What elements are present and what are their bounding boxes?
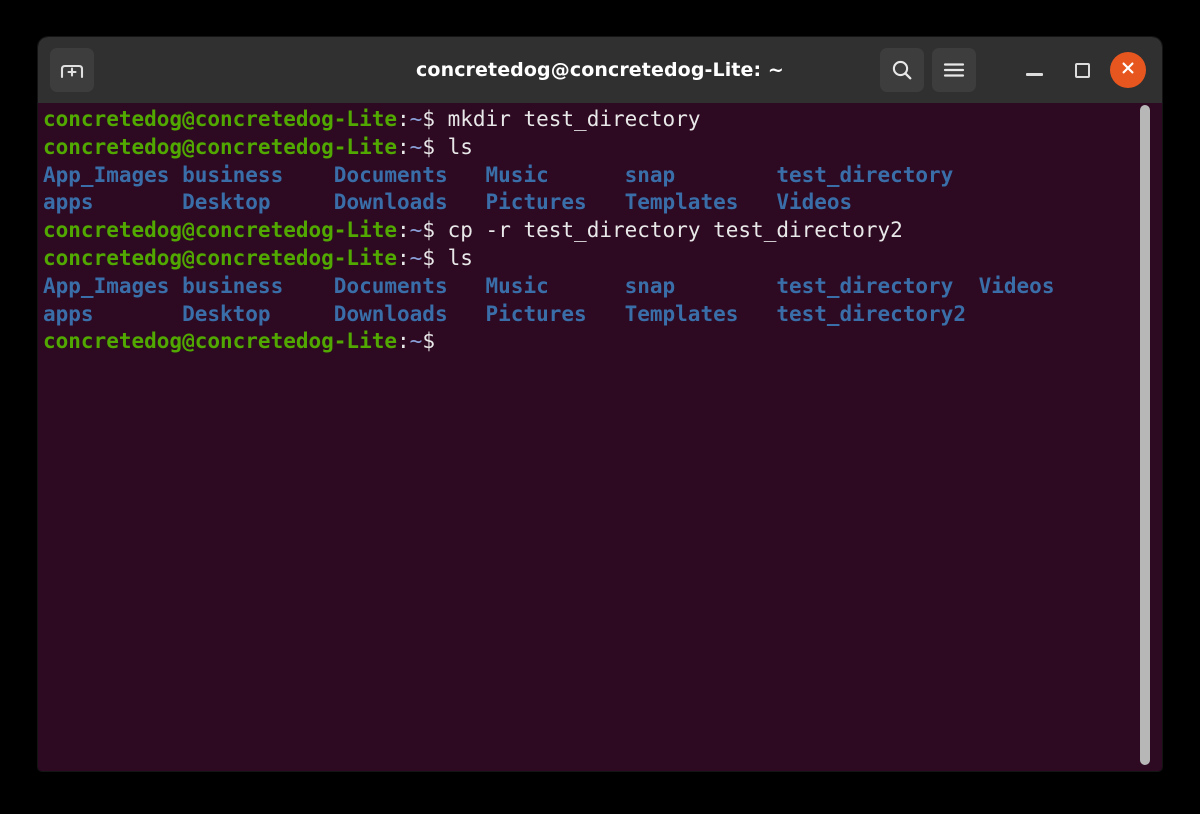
directory-entry: apps (43, 302, 182, 326)
terminal-scrollbar[interactable] (1140, 103, 1150, 771)
prompt-sigil: $ (422, 329, 435, 353)
prompt-sigil: $ (422, 135, 447, 159)
terminal-output-line: App_Images business Documents Music snap… (43, 273, 1162, 301)
search-icon (890, 58, 914, 82)
prompt-user-host: concretedog@concretedog-Lite (43, 329, 397, 353)
menu-button[interactable] (932, 48, 976, 92)
directory-entry: Videos (979, 274, 1055, 298)
directory-entry: Music (486, 163, 625, 187)
command-text: cp -r test_directory test_directory2 (448, 218, 903, 242)
terminal-output-line: App_Images business Documents Music snap… (43, 162, 1162, 190)
command-text: ls (448, 246, 473, 270)
prompt-path: ~ (410, 135, 423, 159)
search-button[interactable] (880, 48, 924, 92)
terminal-output-line: apps Desktop Downloads Pictures Template… (43, 189, 1162, 217)
prompt-colon: : (397, 218, 410, 242)
prompt-sigil: $ (422, 218, 447, 242)
directory-entry: business (182, 274, 334, 298)
directory-entry: Templates (625, 190, 777, 214)
directory-entry: App_Images (43, 163, 182, 187)
directory-entry: Desktop (182, 190, 334, 214)
prompt-sigil: $ (422, 246, 447, 270)
command-text: ls (448, 135, 473, 159)
desktop-background: concretedog@concretedog-Lite: ~ (0, 0, 1200, 814)
terminal-command-line: concretedog@concretedog-Lite:~$ ls (43, 245, 1162, 273)
new-tab-button[interactable] (50, 48, 94, 92)
new-tab-icon (59, 59, 85, 81)
prompt-path: ~ (410, 107, 423, 131)
directory-entry: Documents (334, 163, 486, 187)
terminal-command-line: concretedog@concretedog-Lite:~$ mkdir te… (43, 106, 1162, 134)
directory-entry: App_Images (43, 274, 182, 298)
directory-entry: snap (625, 163, 777, 187)
directory-entry: business (182, 163, 334, 187)
prompt-path: ~ (410, 246, 423, 270)
directory-entry: Music (486, 274, 625, 298)
prompt-colon: : (397, 329, 410, 353)
hamburger-menu-icon (942, 60, 966, 80)
directory-entry: test_directory (776, 274, 978, 298)
close-icon (1118, 58, 1138, 82)
prompt-sigil: $ (422, 107, 447, 131)
prompt-user-host: concretedog@concretedog-Lite (43, 135, 397, 159)
prompt-path: ~ (410, 218, 423, 242)
maximize-button[interactable] (1062, 50, 1102, 90)
directory-entry: Pictures (486, 302, 625, 326)
directory-entry: snap (625, 274, 777, 298)
prompt-path: ~ (410, 329, 423, 353)
titlebar[interactable]: concretedog@concretedog-Lite: ~ (38, 37, 1162, 103)
titlebar-controls (880, 48, 1162, 92)
directory-entry: apps (43, 190, 182, 214)
directory-entry: Downloads (334, 190, 486, 214)
terminal-output-line: apps Desktop Downloads Pictures Template… (43, 301, 1162, 329)
maximize-icon (1075, 63, 1090, 78)
prompt-user-host: concretedog@concretedog-Lite (43, 218, 397, 242)
terminal-command-line: concretedog@concretedog-Lite:~$ (43, 328, 1162, 356)
directory-entry: Downloads (334, 302, 486, 326)
directory-entry: Pictures (486, 190, 625, 214)
directory-entry: test_directory (776, 163, 953, 187)
terminal-window: concretedog@concretedog-Lite: ~ (38, 37, 1162, 771)
prompt-user-host: concretedog@concretedog-Lite (43, 107, 397, 131)
terminal-output: concretedog@concretedog-Lite:~$ mkdir te… (43, 106, 1162, 356)
terminal-command-line: concretedog@concretedog-Lite:~$ cp -r te… (43, 217, 1162, 245)
close-button[interactable] (1110, 52, 1146, 88)
prompt-colon: : (397, 246, 410, 270)
scrollbar-thumb[interactable] (1140, 105, 1150, 765)
prompt-user-host: concretedog@concretedog-Lite (43, 246, 397, 270)
directory-entry: Documents (334, 274, 486, 298)
minimize-button[interactable] (1014, 50, 1054, 90)
directory-entry: Videos (776, 190, 852, 214)
terminal-command-line: concretedog@concretedog-Lite:~$ ls (43, 134, 1162, 162)
directory-entry: Templates (625, 302, 777, 326)
minimize-icon (1026, 73, 1043, 76)
directory-entry: Desktop (182, 302, 334, 326)
terminal-screen[interactable]: concretedog@concretedog-Lite:~$ mkdir te… (38, 103, 1162, 771)
prompt-colon: : (397, 107, 410, 131)
prompt-colon: : (397, 135, 410, 159)
command-text: mkdir test_directory (448, 107, 701, 131)
directory-entry: test_directory2 (776, 302, 966, 326)
